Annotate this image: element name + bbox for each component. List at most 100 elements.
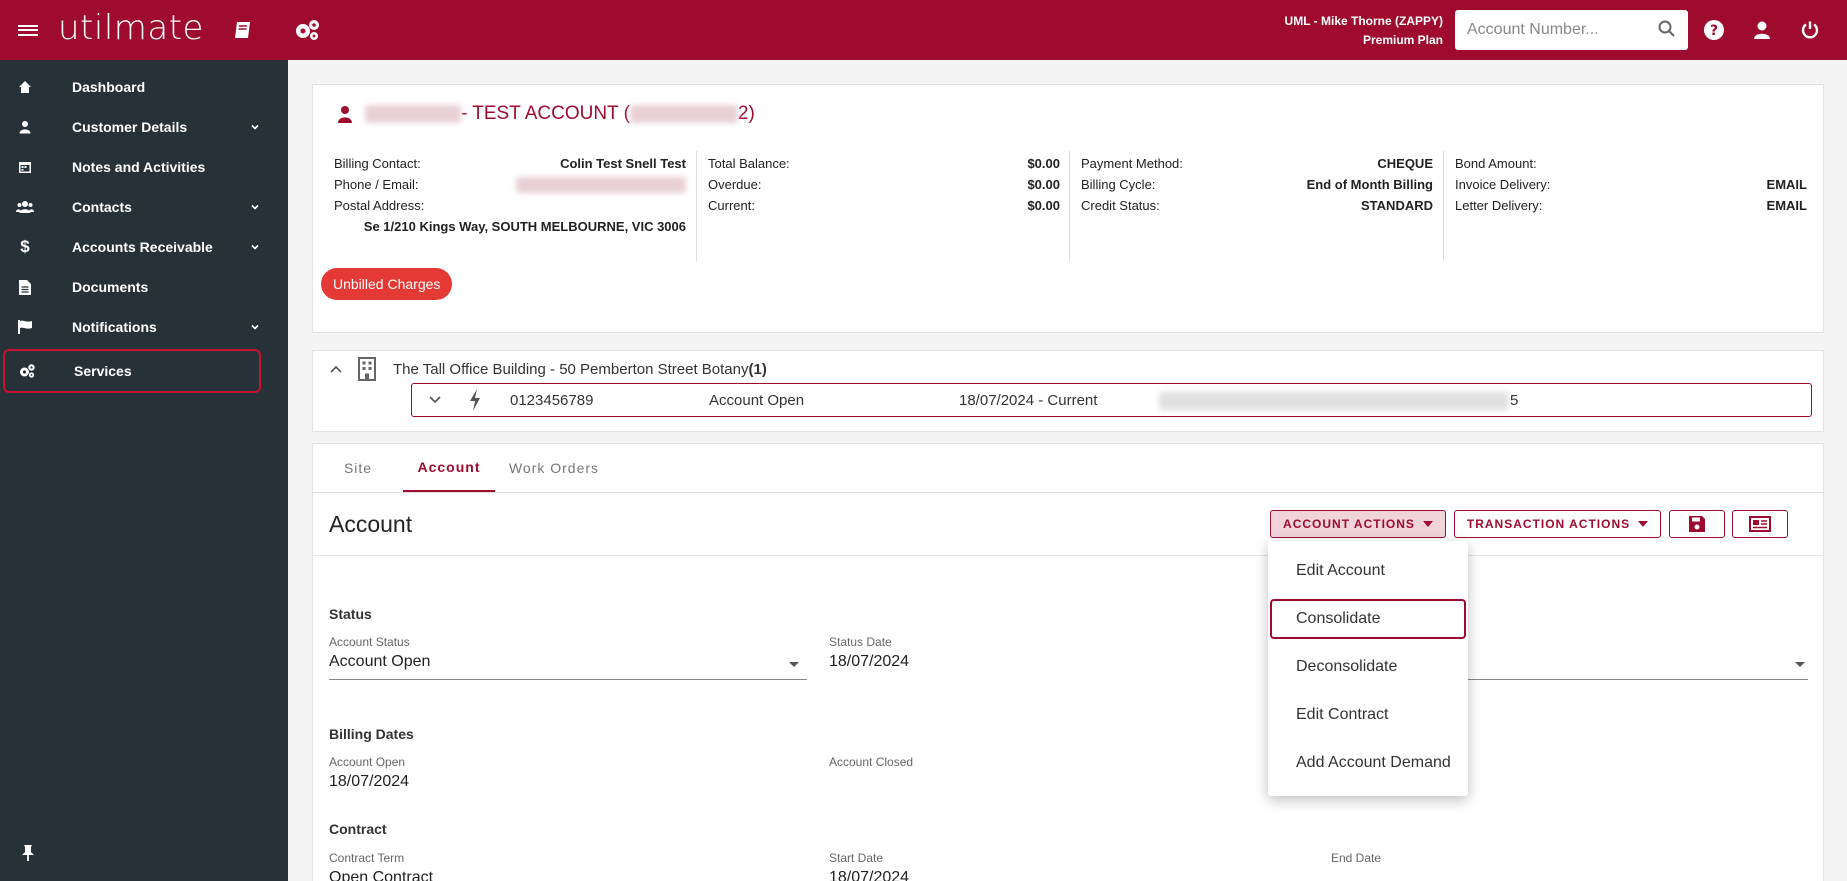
tab-site[interactable]: Site: [313, 444, 403, 492]
site-address: The Tall Office Building - 50 Pemberton …: [393, 360, 749, 378]
sidebar-item-notifications[interactable]: Notifications: [0, 307, 288, 347]
chevron-down-icon[interactable]: [428, 395, 442, 405]
sidebar: Dashboard Customer Details Notes and Act…: [0, 60, 288, 881]
invoice-delivery-label: Invoice Delivery:: [1455, 177, 1551, 192]
tab-work-orders[interactable]: Work Orders: [495, 444, 613, 492]
dropdown-arrow-icon[interactable]: [1795, 662, 1805, 667]
status-date-label: Status Date: [829, 635, 892, 649]
chevron-down-icon: [251, 124, 259, 130]
chevron-down-icon: [251, 244, 259, 250]
sidebar-item-label: Customer Details: [72, 119, 188, 135]
cogs-icon[interactable]: [290, 0, 324, 60]
transaction-actions-button[interactable]: TRANSACTION ACTIONS: [1454, 510, 1661, 538]
sidebar-item-accounts-receivable[interactable]: $ Accounts Receivable: [0, 227, 288, 267]
account-actions-menu: Edit Account Consolidate Deconsolidate E…: [1268, 541, 1468, 796]
service-number: 0123456789: [510, 392, 594, 409]
payment-method-value: CHEQUE: [1377, 156, 1433, 171]
site-service-count: (1): [748, 360, 767, 378]
tab-bar: Site Account Work Orders: [312, 443, 1824, 493]
billing-dates-section-title: Billing Dates: [329, 726, 414, 742]
pin-icon[interactable]: [20, 844, 36, 867]
transaction-actions-label: TRANSACTION ACTIONS: [1466, 517, 1631, 531]
column-divider: [1443, 151, 1444, 261]
sidebar-item-notes-and-activities[interactable]: Notes and Activities: [0, 147, 288, 187]
file-icon: [16, 278, 34, 296]
contract-section-title: Contract: [329, 821, 387, 837]
payment-info: Payment Method: CHEQUE Billing Cycle: End …: [1081, 153, 1433, 216]
account-status-select[interactable]: Account Open: [329, 653, 430, 671]
menu-item-edit-contract[interactable]: Edit Contract: [1268, 695, 1468, 735]
power-icon[interactable]: [1796, 0, 1824, 60]
sidebar-item-services[interactable]: Services: [3, 349, 261, 393]
billing-contact-value: Colin Test Snell Test: [560, 156, 686, 171]
service-row[interactable]: 0123456789 Account Open 18/07/2024 - Cur…: [411, 383, 1812, 417]
chevron-up-icon[interactable]: [329, 364, 343, 374]
save-icon: [1689, 516, 1705, 532]
chevron-down-icon: [251, 204, 259, 210]
caret-down-icon: [1422, 521, 1433, 527]
help-icon[interactable]: ?: [1700, 0, 1728, 60]
bond-amount-label: Bond Amount:: [1455, 156, 1537, 171]
contract-term-value[interactable]: Open Contract: [329, 869, 433, 881]
menu-item-edit-account[interactable]: Edit Account: [1268, 551, 1468, 591]
status-section-title: Status: [329, 606, 372, 622]
overdue-value: $0.00: [1027, 177, 1060, 192]
sidebar-item-label: Accounts Receivable: [72, 239, 213, 255]
billing-cycle-label: Billing Cycle:: [1081, 177, 1156, 192]
status-date-value[interactable]: 18/07/2024: [829, 653, 909, 671]
menu-icon[interactable]: [14, 0, 42, 60]
phone-email-label: Phone / Email:: [334, 177, 419, 192]
field-underline: [1468, 679, 1808, 680]
invoice-delivery-value: EMAIL: [1766, 177, 1807, 192]
divider: [313, 555, 1825, 556]
user-icon: [16, 118, 34, 136]
account-card-button[interactable]: [1732, 510, 1788, 538]
menu-item-deconsolidate[interactable]: Deconsolidate: [1268, 647, 1468, 687]
sidebar-item-contacts[interactable]: Contacts: [0, 187, 288, 227]
sidebar-item-label: Contacts: [72, 199, 132, 215]
sidebar-item-customer-details[interactable]: Customer Details: [0, 107, 288, 147]
start-date-value[interactable]: 18/07/2024: [829, 869, 909, 881]
account-search-input[interactable]: [1467, 21, 1647, 39]
sidebar-item-label: Notes and Activities: [72, 159, 206, 175]
credit-status-label: Credit Status:: [1081, 198, 1160, 213]
menu-item-consolidate[interactable]: Consolidate: [1270, 599, 1466, 639]
redacted-phone-email: [516, 177, 686, 193]
account-actions-label: ACCOUNT ACTIONS: [1283, 517, 1415, 531]
save-button[interactable]: [1669, 510, 1725, 538]
billing-contact-label: Billing Contact:: [334, 156, 421, 171]
account-title: - TEST ACCOUNT ( 2): [337, 103, 755, 125]
sidebar-item-label: Notifications: [72, 319, 157, 335]
account-actions-button[interactable]: ACCOUNT ACTIONS: [1270, 510, 1446, 538]
field-underline: [329, 679, 807, 680]
caret-down-icon: [1638, 521, 1649, 527]
unbilled-charges-button[interactable]: Unbilled Charges: [321, 268, 453, 300]
users-icon: [16, 198, 34, 216]
search-icon[interactable]: [1658, 20, 1676, 43]
postal-address-label: Postal Address:: [334, 198, 425, 213]
credit-status-value: STANDARD: [1361, 198, 1433, 213]
delivery-info: Bond Amount: Invoice Delivery: EMAIL Lett…: [1455, 153, 1807, 216]
account-open-value[interactable]: 18/07/2024: [329, 773, 409, 791]
dropdown-arrow-icon[interactable]: [789, 662, 799, 667]
total-balance-value: $0.00: [1027, 156, 1060, 171]
sidebar-item-label: Dashboard: [72, 79, 146, 95]
book-icon[interactable]: [228, 0, 258, 60]
account-title-text: - TEST ACCOUNT (: [461, 103, 630, 124]
profile-icon[interactable]: [1748, 0, 1776, 60]
cogs-icon: [18, 362, 36, 380]
postal-address-value: Se 1/210 Kings Way, SOUTH MELBOURNE, VIC…: [363, 219, 686, 234]
tab-account[interactable]: Account: [403, 444, 495, 492]
account-open-label: Account Open: [329, 755, 406, 769]
letter-delivery-value: EMAIL: [1766, 198, 1807, 213]
chevron-down-icon: [251, 324, 259, 330]
sidebar-item-dashboard[interactable]: Dashboard: [0, 67, 288, 107]
app-logo[interactable]: utilmate: [58, 8, 204, 48]
site-row[interactable]: The Tall Office Building - 50 Pemberton …: [329, 357, 767, 381]
site-card: The Tall Office Building - 50 Pemberton …: [312, 350, 1824, 432]
sidebar-item-label: Documents: [72, 279, 149, 295]
building-icon: [358, 357, 376, 381]
letter-delivery-label: Letter Delivery:: [1455, 198, 1543, 213]
sidebar-item-documents[interactable]: Documents: [0, 267, 288, 307]
menu-item-add-account-demand[interactable]: Add Account Demand: [1268, 743, 1468, 783]
